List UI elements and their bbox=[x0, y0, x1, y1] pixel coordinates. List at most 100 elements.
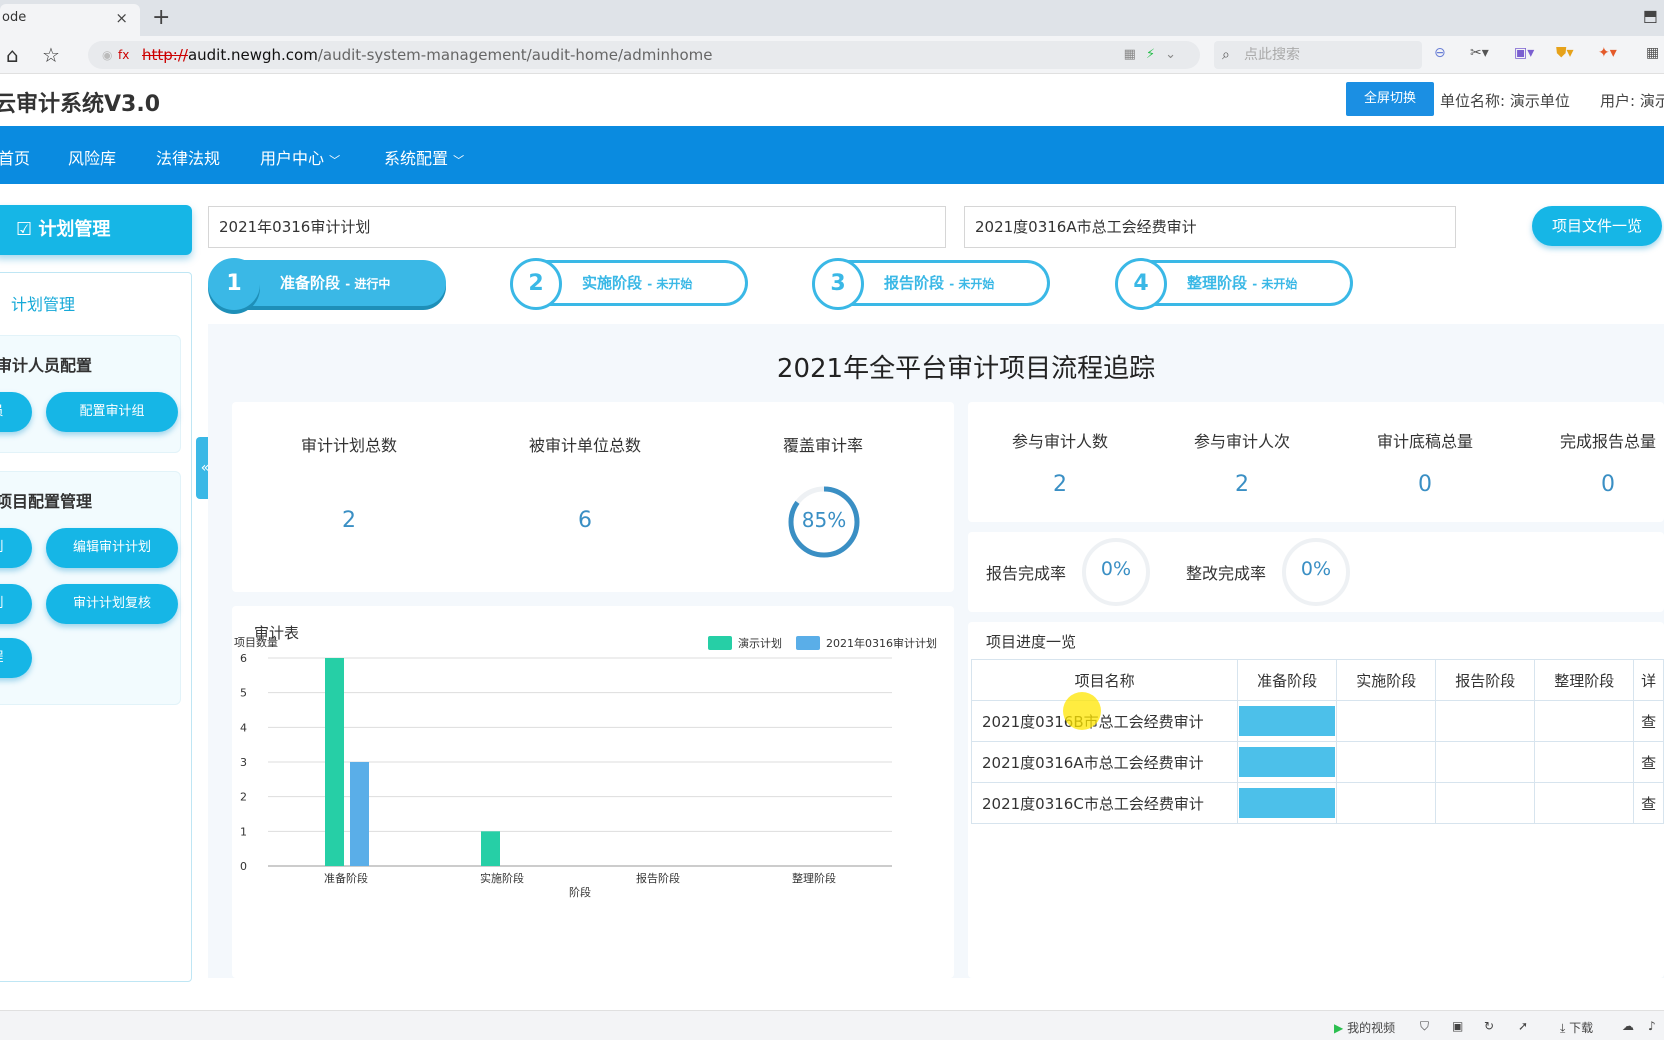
archive-progress-cell bbox=[1534, 741, 1635, 783]
plan-button[interactable]: 划 bbox=[0, 528, 32, 568]
y-tick-label: 5 bbox=[240, 687, 247, 700]
search-box[interactable]: ⌕ 点此搜索 bbox=[1214, 41, 1422, 69]
url-protocol: http:// bbox=[142, 46, 188, 64]
sidebar-header[interactable]: ☑ 计划管理 bbox=[0, 205, 192, 255]
game-icon[interactable]: ✦▾ bbox=[1598, 45, 1617, 61]
staff-config-title: 审计人员配置 bbox=[0, 356, 93, 375]
apps-grid-icon[interactable]: ▦ bbox=[1646, 45, 1659, 61]
nav-item-home[interactable]: 首页 bbox=[0, 145, 30, 169]
legend-label: 演示计划 bbox=[738, 636, 782, 650]
minus-circle-icon[interactable]: ⊖ bbox=[1434, 45, 1446, 61]
nav-item-system-config[interactable]: 系统配置 ﹀ bbox=[384, 145, 464, 169]
translate-icon[interactable]: ▣▾ bbox=[1514, 45, 1534, 61]
col-implement: 实施阶段 bbox=[1336, 659, 1437, 701]
edit-audit-plan-button[interactable]: 编辑审计计划 bbox=[46, 528, 178, 568]
view-detail-link[interactable]: 查 bbox=[1633, 700, 1664, 742]
scissors-icon[interactable]: ✂▾ bbox=[1470, 45, 1489, 61]
nav-item-laws[interactable]: 法律法规 bbox=[156, 145, 220, 169]
stat-label: 被审计单位总数 bbox=[528, 436, 641, 455]
plan-button-2[interactable]: 划 bbox=[0, 584, 32, 624]
sound-icon[interactable]: ♪ bbox=[1648, 1019, 1656, 1033]
unit-name-label: 单位名称: 演示单位 bbox=[1440, 92, 1570, 110]
view-detail-link[interactable]: 查 bbox=[1633, 741, 1664, 783]
staff-button[interactable]: 员 bbox=[0, 392, 32, 432]
col-detail: 详 bbox=[1633, 659, 1664, 701]
download-label: 下载 bbox=[1569, 1021, 1594, 1035]
chevron-down-icon: ﹀ bbox=[329, 154, 341, 167]
stat-label: 审计计划总数 bbox=[300, 436, 397, 455]
view-detail-link[interactable]: 查 bbox=[1633, 782, 1664, 824]
project-config-title: 项目配置管理 bbox=[0, 492, 93, 511]
address-tools-icons[interactable]: ▦⚡⌄ bbox=[1124, 41, 1186, 69]
legend-swatch bbox=[796, 636, 820, 650]
step-name: 准备阶段 bbox=[280, 274, 341, 292]
rate-value: 0% bbox=[1100, 558, 1132, 580]
my-video-button[interactable]: ▶ 我的视频 bbox=[1334, 1019, 1395, 1036]
cursor-highlight bbox=[1063, 692, 1101, 730]
new-tab-icon[interactable]: + bbox=[152, 5, 170, 30]
step-status: - 未开始 bbox=[647, 277, 693, 291]
y-tick-label: 6 bbox=[240, 652, 247, 665]
project-config-group: 项目配置管理 划 编辑审计计划 划 审计计划复核 程 bbox=[0, 471, 181, 705]
stat-value: 2 bbox=[1053, 472, 1067, 497]
dashboard-title: 2021年全平台审计项目流程追踪 bbox=[776, 354, 1156, 384]
refresh-icon[interactable]: ↻ bbox=[1484, 1019, 1494, 1033]
shield-extension-icon[interactable]: ⛊▾ bbox=[1556, 45, 1574, 61]
stat-label: 参与审计人次 bbox=[1193, 432, 1290, 451]
stat-value: 0 bbox=[1418, 472, 1432, 497]
sidebar-item-plan-management[interactable]: 计划管理 bbox=[11, 291, 75, 315]
step-prepare[interactable]: 准备阶段 - 进行中 1 bbox=[208, 258, 448, 310]
nav-item-label: 系统配置 bbox=[384, 149, 449, 168]
step-implement[interactable]: 实施阶段 - 未开始 2 bbox=[510, 258, 750, 310]
plan-stats-card: 审计计划总数 2 被审计单位总数 6 覆盖审计率 85% bbox=[232, 402, 954, 592]
nav-item-user-center[interactable]: 用户中心 ﹀ bbox=[260, 145, 340, 169]
search-icon: ⌕ bbox=[1222, 47, 1230, 63]
audit-plan-select[interactable]: 2021年0316审计计划 bbox=[208, 206, 946, 248]
chart-bar bbox=[350, 762, 369, 866]
image-icon[interactable]: ▣ bbox=[1452, 1019, 1463, 1033]
rate-label: 报告完成率 bbox=[986, 564, 1067, 583]
video-icon: ▶ bbox=[1334, 1021, 1344, 1035]
col-report: 报告阶段 bbox=[1435, 659, 1536, 701]
browser-toolbar: ⌂ ☆ ◉ fx http://audit.newgh.com/audit-sy… bbox=[0, 36, 1664, 74]
site-info-icon[interactable]: ◉ bbox=[102, 41, 112, 69]
sidebar-header-label: 计划管理 bbox=[38, 219, 111, 240]
y-tick-label: 2 bbox=[240, 791, 247, 804]
x-axis-label: 阶段 bbox=[569, 885, 591, 899]
rocket-icon[interactable]: ➚ bbox=[1518, 1019, 1528, 1033]
project-files-button[interactable]: 项目文件一览 bbox=[1532, 206, 1662, 246]
audit-project-select[interactable]: 2021度0316A市总工会经费审计 bbox=[964, 206, 1456, 248]
report-progress-cell bbox=[1435, 700, 1536, 742]
step-bar: 报告阶段 - 未开始 bbox=[836, 260, 1050, 306]
stat-value: 0 bbox=[1601, 472, 1615, 497]
address-bar[interactable]: ◉ fx http://audit.newgh.com/audit-system… bbox=[88, 41, 1200, 69]
main-nav: 首页 风险库 法律法规 用户中心 ﹀ 系统配置 ﹀ bbox=[0, 126, 1664, 184]
progress-table-title: 项目进度一览 bbox=[986, 633, 1077, 651]
bookmark-star-icon[interactable]: ☆ bbox=[42, 43, 60, 67]
browser-tab[interactable]: ode × bbox=[0, 4, 140, 36]
cloud-icon[interactable]: ☁ bbox=[1622, 1019, 1634, 1033]
x-tick-label: 整理阶段 bbox=[792, 871, 836, 885]
tab-menu-icon[interactable]: ⬒ bbox=[1643, 6, 1658, 25]
audit-plan-review-button[interactable]: 审计计划复核 bbox=[46, 584, 178, 624]
step-archive[interactable]: 整理阶段 - 未开始 4 bbox=[1115, 258, 1355, 310]
nav-item-risk-library[interactable]: 风险库 bbox=[68, 145, 116, 169]
configure-audit-group-button[interactable]: 配置审计组 bbox=[46, 392, 178, 432]
my-video-label: 我的视频 bbox=[1347, 1021, 1396, 1035]
home-icon[interactable]: ⌂ bbox=[6, 43, 19, 67]
stat-label: 覆盖审计率 bbox=[782, 436, 863, 455]
coverage-value: 85% bbox=[801, 508, 847, 532]
step-report[interactable]: 报告阶段 - 未开始 3 bbox=[812, 258, 1052, 310]
stat-value: 2 bbox=[1235, 472, 1249, 497]
close-tab-icon[interactable]: × bbox=[115, 4, 128, 32]
process-button[interactable]: 程 bbox=[0, 638, 32, 678]
insecure-icon: fx bbox=[118, 48, 130, 62]
y-tick-label: 4 bbox=[240, 721, 247, 734]
user-label: 用户: 演示 bbox=[1600, 92, 1664, 110]
col-prepare: 准备阶段 bbox=[1237, 659, 1338, 701]
shield-icon[interactable]: ⛉ bbox=[1420, 1019, 1429, 1034]
fullscreen-button[interactable]: 全屏切换 bbox=[1346, 82, 1434, 116]
step-status: - 未开始 bbox=[949, 277, 995, 291]
download-button[interactable]: ⤓ 下载 bbox=[1560, 1019, 1593, 1036]
step-status: - 进行中 bbox=[345, 277, 391, 291]
